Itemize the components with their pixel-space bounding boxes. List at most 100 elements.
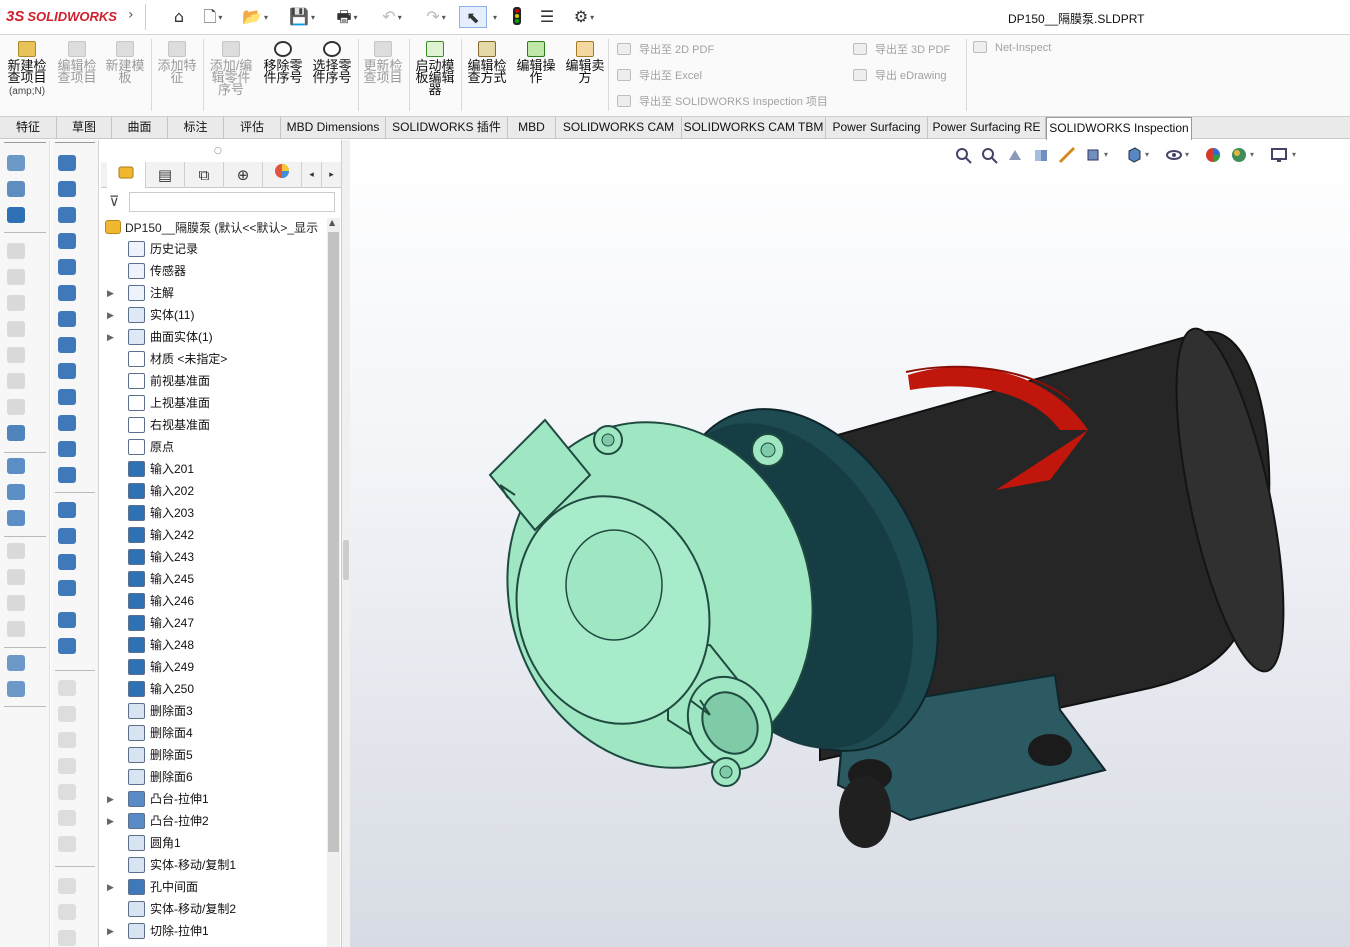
tab-scroll-left-icon[interactable]: ◂ — [302, 162, 322, 188]
sweep-icon[interactable] — [7, 207, 25, 223]
file-properties-icon[interactable]: ☰ — [536, 6, 558, 28]
open-folder-icon[interactable]: 📂 ▾ — [240, 6, 270, 28]
tab-evaluate[interactable]: 评估 — [224, 117, 281, 139]
launch-template-editor-button[interactable]: 启动模 板编辑 器 — [412, 41, 458, 96]
menu-expand-icon[interactable]: › — [128, 7, 134, 23]
select-balloon-button[interactable]: 选择零 件序号 — [307, 41, 357, 84]
tree-item[interactable]: 输入247 — [107, 612, 327, 634]
tree-item[interactable]: 输入249 — [107, 656, 327, 678]
scroll-up-icon[interactable]: ▲ — [329, 218, 335, 227]
panel-splitter[interactable] — [342, 140, 350, 947]
parting-surface-icon[interactable] — [58, 758, 76, 774]
mold-tools-icon[interactable] — [58, 680, 76, 696]
tree-item[interactable]: ▶ 注解 — [107, 282, 327, 304]
expand-arrow-icon[interactable]: ▶ — [107, 304, 114, 326]
tree-item[interactable]: ▶ 凸台-拉伸2 — [107, 810, 327, 832]
display-manager-icon[interactable] — [263, 162, 302, 188]
scale-icon[interactable] — [58, 878, 76, 894]
select-dropdown-icon[interactable]: ▾ — [488, 6, 500, 28]
tab-power-surfacing[interactable]: Power Surfacing — [826, 117, 928, 139]
linear-pattern-icon[interactable] — [7, 458, 25, 474]
surface-revolve-icon[interactable] — [58, 181, 76, 197]
expand-arrow-icon[interactable]: ▶ — [107, 876, 114, 898]
cut-boundary-icon[interactable] — [7, 399, 25, 415]
export-edrawing-button[interactable]: 导出 eDrawing — [853, 67, 947, 83]
cut-with-surface-icon[interactable] — [58, 612, 76, 628]
remove-balloon-button[interactable]: 移除零 件序号 — [258, 41, 308, 84]
cut-loft-icon[interactable] — [7, 373, 25, 389]
expand-arrow-icon[interactable]: ▶ — [107, 810, 114, 832]
add-feature-button[interactable]: 添加特 征 — [154, 41, 200, 84]
tree-item[interactable]: 输入203 — [107, 502, 327, 524]
tree-item[interactable]: 输入246 — [107, 590, 327, 612]
tree-item[interactable]: 前视基准面 — [107, 370, 327, 392]
split-line-icon[interactable] — [58, 638, 76, 654]
surface-extrude-icon[interactable] — [58, 155, 76, 171]
rib-icon[interactable] — [7, 484, 25, 500]
save-icon[interactable]: 💾 ▾ — [284, 6, 320, 28]
tab-features[interactable]: 特征 — [0, 117, 57, 139]
undo-icon[interactable]: ↶ ▾ — [374, 6, 410, 28]
revolve-icon[interactable] — [7, 181, 25, 197]
shell-icon[interactable] — [7, 543, 25, 559]
tree-item[interactable]: 输入202 — [107, 480, 327, 502]
options-gear-icon[interactable]: ⚙ ▾ — [566, 6, 602, 28]
boundary-icon[interactable] — [7, 269, 25, 285]
parting-line-icon[interactable] — [58, 706, 76, 722]
fillet-icon[interactable] — [7, 425, 25, 441]
export-excel-button[interactable]: 导出至 Excel — [617, 67, 702, 83]
tree-item[interactable]: 传感器 — [107, 260, 327, 282]
tree-item[interactable]: 删除面5 — [107, 744, 327, 766]
tree-item[interactable]: ▶ 曲面实体(1) — [107, 326, 327, 348]
draft-icon[interactable] — [7, 510, 25, 526]
tree-item[interactable]: 输入248 — [107, 634, 327, 656]
draft-analysis-icon[interactable] — [58, 836, 76, 852]
filled-surface-icon[interactable] — [58, 285, 76, 301]
ruled-surface-icon[interactable] — [58, 363, 76, 379]
trim-surface-icon[interactable] — [58, 415, 76, 431]
expand-arrow-icon[interactable]: ▶ — [107, 326, 114, 348]
tree-item[interactable]: 输入242 — [107, 524, 327, 546]
wrap-icon[interactable] — [7, 569, 25, 585]
edit-vendors-button[interactable]: 编辑卖 方 — [562, 41, 608, 84]
splitter-grip[interactable] — [343, 540, 349, 580]
tab-surfaces[interactable]: 曲面 — [112, 117, 168, 139]
surface-loft-icon[interactable] — [58, 233, 76, 249]
extend-surface-icon[interactable] — [58, 389, 76, 405]
scrollbar-thumb[interactable] — [328, 232, 339, 852]
tree-scrollbar[interactable]: ▲ — [327, 218, 340, 947]
replace-face-icon[interactable] — [58, 554, 76, 570]
tab-solidworks-addins[interactable]: SOLIDWORKS 插件 — [386, 117, 508, 139]
tree-item[interactable]: 输入201 — [107, 458, 327, 480]
new-document-icon[interactable]: 🗋 ▾ — [198, 6, 228, 28]
tab-markup[interactable]: 标注 — [168, 117, 224, 139]
direct-edit-icon[interactable] — [58, 930, 76, 946]
tree-item[interactable]: ▶ 实体(11) — [107, 304, 327, 326]
rebuild-light-icon[interactable] — [508, 6, 526, 28]
edit-operations-button[interactable]: 编辑操 作 — [513, 41, 559, 84]
tab-mbd[interactable]: MBD — [508, 117, 556, 139]
tab-solidworks-cam[interactable]: SOLIDWORKS CAM — [556, 117, 682, 139]
tree-item[interactable]: 删除面6 — [107, 766, 327, 788]
add-edit-balloon-button[interactable]: 添加/编 辑零件 序号 — [206, 41, 256, 96]
home-icon[interactable]: ⌂ — [168, 6, 190, 28]
delete-hole-icon[interactable] — [58, 580, 76, 596]
extrude-icon[interactable] — [7, 155, 25, 171]
new-inspection-project-button[interactable]: 新建检 查项目 (amp;N) — [4, 41, 50, 98]
tree-item[interactable]: 删除面4 — [107, 722, 327, 744]
tab-scroll-right-icon[interactable]: ▸ — [322, 162, 342, 188]
tree-item[interactable]: 实体-移动/复制2 — [107, 898, 327, 920]
tooling-split-icon[interactable] — [58, 784, 76, 800]
tab-mbd-dimensions[interactable]: MBD Dimensions — [281, 117, 386, 139]
feature-manager-icon[interactable] — [107, 162, 146, 188]
edit-inspection-method-button[interactable]: 编辑检 查方式 — [464, 41, 510, 84]
tree-item[interactable]: 材质 <未指定> — [107, 348, 327, 370]
planar-surface-icon[interactable] — [58, 311, 76, 327]
select-cursor-icon[interactable]: ⬉ — [459, 6, 487, 28]
tab-solidworks-inspection[interactable]: SOLIDWORKS Inspection — [1046, 117, 1192, 140]
knit-surface-icon[interactable] — [58, 467, 76, 483]
tree-item[interactable]: 输入250 — [107, 678, 327, 700]
cut-icon[interactable] — [7, 295, 25, 311]
export-3d-pdf-button[interactable]: 导出至 3D PDF — [853, 41, 950, 57]
move-face-icon[interactable] — [58, 904, 76, 920]
